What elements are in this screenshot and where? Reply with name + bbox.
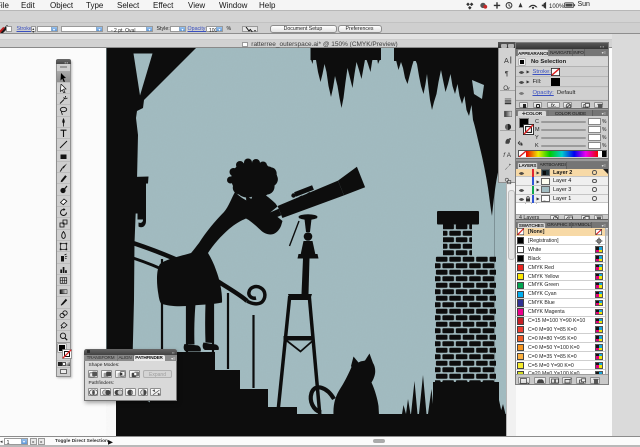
svg-text:100%: 100% bbox=[549, 4, 565, 10]
